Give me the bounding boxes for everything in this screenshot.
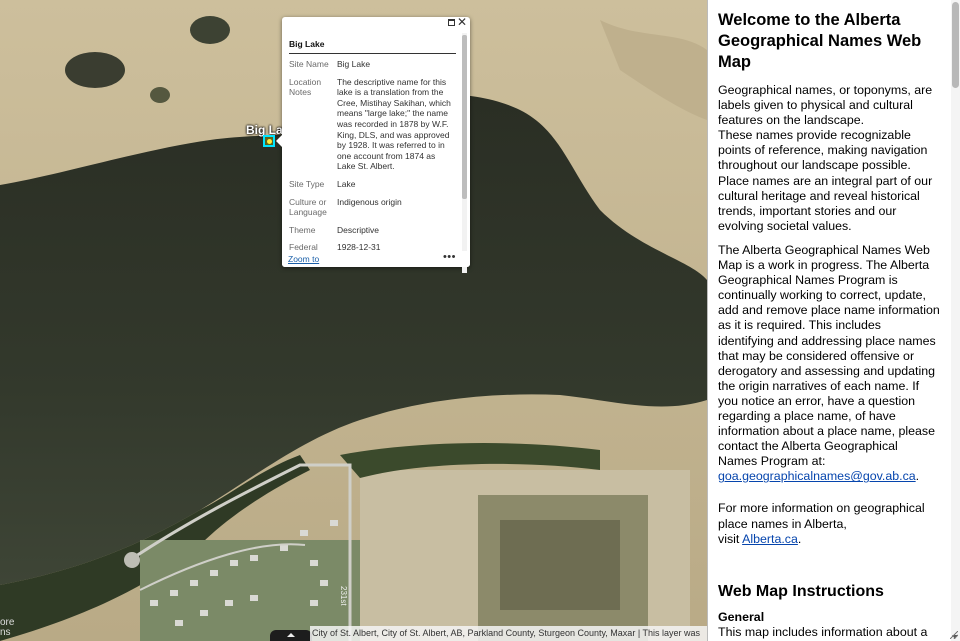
work-in-progress-paragraph: The Alberta Geographical Names Web Map i… xyxy=(718,243,940,469)
work-in-progress-text: The Alberta Geographical Names Web Map i… xyxy=(718,242,940,469)
popup-footer: Zoom to ••• xyxy=(282,251,470,267)
attribute-value: Indigenous origin xyxy=(337,196,402,207)
popup-pointer xyxy=(276,135,282,147)
attribute-key: Theme xyxy=(289,224,316,235)
attribute-row: Theme Descriptive xyxy=(289,225,456,236)
attribute-row: Site Type Lake xyxy=(289,179,456,190)
instructions-heading: Web Map Instructions xyxy=(718,582,884,600)
panel-scrollbar[interactable] xyxy=(951,0,960,641)
map-corner-text: ore ns xyxy=(0,617,15,638)
panel-scroll-thumb[interactable] xyxy=(952,2,959,88)
attribute-value: Big Lake xyxy=(337,59,371,69)
panel-title: Welcome to the Alberta Geographical Name… xyxy=(718,11,922,71)
zoom-to-link[interactable]: Zoom to xyxy=(288,254,319,264)
popup-attributes: Site Name Big Lake Location Notes The de… xyxy=(289,59,456,269)
alberta-link[interactable]: Alberta.ca xyxy=(742,532,798,546)
map-attribution: City of St. Albert, City of St. Albert, … xyxy=(310,626,707,641)
maximize-icon[interactable] xyxy=(448,19,455,26)
more-actions-icon[interactable]: ••• xyxy=(443,251,456,263)
attribute-key: Site Type xyxy=(289,178,325,189)
attribute-row: Culture or Language Indigenous origin xyxy=(289,197,456,218)
popup-title: Big Lake xyxy=(289,39,325,49)
attribute-key: Location Notes xyxy=(289,76,322,98)
feature-popup: ✕ Big Lake Site Name Big Lake Location N… xyxy=(276,16,470,273)
attribution-toggle-button[interactable] xyxy=(270,630,312,641)
general-text: This map includes information about a xyxy=(718,624,928,639)
road-label: 231st xyxy=(339,586,348,606)
popup-divider xyxy=(289,53,456,54)
intro-paragraph: Geographical names, or toponyms, are lab… xyxy=(718,83,933,128)
close-icon[interactable]: ✕ xyxy=(457,16,467,28)
attribute-key: Site Name xyxy=(289,59,329,69)
more-info-paragraph: For more information on geographical pla… xyxy=(718,501,925,531)
resize-grip-icon[interactable] xyxy=(950,631,958,639)
info-panel: Welcome to the Alberta Geographical Name… xyxy=(707,0,960,641)
email-link[interactable]: goa.geographicalnames@gov.ab.ca xyxy=(718,469,916,483)
visit-text: visit xyxy=(718,531,740,546)
popup-header: ✕ xyxy=(282,16,470,31)
visit-paragraph: visit Alberta.ca. xyxy=(718,531,802,546)
attribute-value: The descriptive name for this lake is a … xyxy=(337,76,451,172)
attribute-row: Location Notes The descriptive name for … xyxy=(289,77,456,172)
popup-scrollbar[interactable] xyxy=(462,33,467,273)
attribute-row: Site Name Big Lake xyxy=(289,59,456,70)
attribute-value: Lake xyxy=(337,178,356,189)
general-heading: General xyxy=(718,609,765,624)
intro-paragraph: Place names are an integral part of our … xyxy=(718,173,933,233)
email-paragraph: goa.geographicalnames@gov.ab.ca. xyxy=(718,469,920,484)
intro-paragraph: These names provide recognizable points … xyxy=(718,128,928,173)
attribute-key: Culture or Language xyxy=(289,196,327,218)
attribute-value: Descriptive xyxy=(337,224,380,235)
selected-feature-marker[interactable] xyxy=(263,135,275,147)
info-panel-content: Welcome to the Alberta Geographical Name… xyxy=(718,10,940,640)
popup-scroll-thumb[interactable] xyxy=(462,35,467,199)
